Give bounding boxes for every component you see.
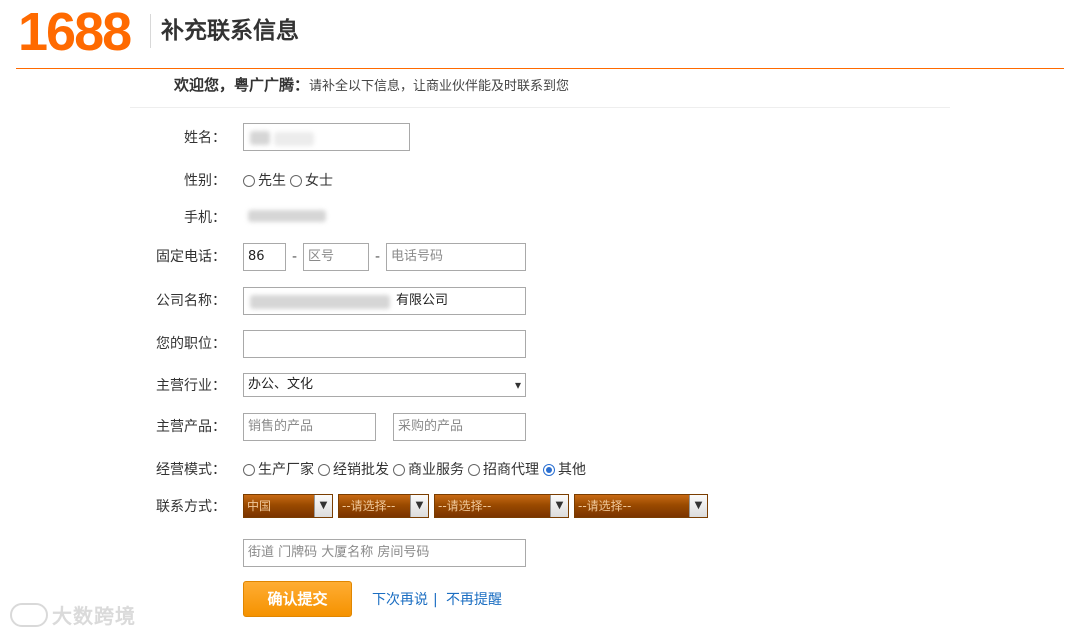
logo-1688[interactable]: 1688 (18, 2, 132, 62)
never-remind-link[interactable]: 不再提醒 (446, 590, 502, 610)
industry-value: 办公、文化 (248, 377, 314, 392)
radio-other[interactable] (543, 464, 555, 476)
company-input[interactable]: 有限公司 (243, 287, 526, 315)
chevron-down-icon: ▼ (314, 495, 332, 517)
page-header: 1688 补充联系信息 (0, 0, 1080, 70)
name-label: 姓名： (184, 130, 226, 146)
radio-male[interactable] (243, 175, 255, 187)
landline-label: 固定电话： (156, 249, 226, 265)
radio-wholesale[interactable] (318, 464, 330, 476)
name-redacted-2 (274, 132, 314, 146)
area-code-input[interactable]: 区号 (303, 243, 369, 271)
mode-option-manufacturer[interactable]: 生产厂家 (243, 460, 314, 480)
remind-later-link[interactable]: 下次再说 (372, 590, 428, 610)
district-select[interactable]: --请选择-- ▼ (574, 494, 708, 518)
province-value: --请选择-- (342, 499, 396, 513)
mobile-redacted (248, 210, 326, 222)
city-value: --请选择-- (438, 499, 492, 513)
contact-label: 联系方式： (156, 499, 226, 515)
gender-option-female[interactable]: 女士 (290, 171, 333, 191)
address-input[interactable]: 街道 门牌码 大厦名称 房间号码 (243, 539, 526, 567)
mode-option-other[interactable]: 其他 (543, 460, 586, 480)
sell-products-input[interactable]: 销售的产品 (243, 413, 376, 441)
country-value: 中国 (247, 499, 272, 513)
district-value: --请选择-- (578, 499, 632, 513)
watermark: 大数跨境 (10, 600, 136, 629)
chevron-down-icon: ▼ (689, 495, 707, 517)
products-label: 主营产品： (156, 419, 226, 435)
logo-divider (150, 14, 151, 48)
company-redacted (250, 295, 390, 309)
mode-option-wholesale[interactable]: 经销批发 (318, 460, 389, 480)
watermark-logo-icon (10, 602, 48, 627)
gender-label: 性别： (184, 173, 226, 189)
business-mode-radio-group: 生产厂家 经销批发 商业服务 招商代理 其他 (243, 460, 590, 480)
mobile-label: 手机： (184, 210, 226, 226)
country-code-input[interactable]: 86 (243, 243, 286, 271)
city-select[interactable]: --请选择-- ▼ (434, 494, 569, 518)
company-label: 公司名称： (156, 293, 226, 309)
welcome-message: 请补全以下信息，让商业伙伴能及时联系到您 (309, 79, 570, 94)
buy-products-input[interactable]: 采购的产品 (393, 413, 526, 441)
name-redacted (250, 131, 270, 145)
page-title: 补充联系信息 (161, 18, 299, 44)
position-input[interactable] (243, 330, 526, 358)
landline-dash-2: - (375, 249, 381, 265)
landline-dash-1: - (292, 249, 298, 265)
company-suffix: 有限公司 (396, 293, 449, 308)
gender-radio-group: 先生 女士 (243, 171, 337, 191)
radio-manufacturer[interactable] (243, 464, 255, 476)
chevron-down-icon: ▼ (410, 495, 428, 517)
welcome-line: 欢迎您，粤广广腾：请补全以下信息，让商业伙伴能及时联系到您 (174, 74, 569, 98)
chevron-down-icon: ▼ (550, 495, 568, 517)
industry-label: 主营行业： (156, 378, 226, 394)
province-select[interactable]: --请选择-- ▼ (338, 494, 429, 518)
industry-select[interactable]: 办公、文化 ▾ (243, 373, 526, 397)
radio-agency[interactable] (468, 464, 480, 476)
gender-option-male[interactable]: 先生 (243, 171, 286, 191)
watermark-text: 大数跨境 (52, 604, 136, 628)
position-label: 您的职位： (156, 336, 226, 352)
mode-option-agency[interactable]: 招商代理 (468, 460, 539, 480)
header-divider (16, 68, 1064, 69)
name-input[interactable] (243, 123, 410, 151)
country-select[interactable]: 中国 ▼ (243, 494, 333, 518)
link-separator: | (433, 592, 438, 608)
welcome-divider (130, 107, 950, 108)
welcome-greeting: 欢迎您，粤广广腾： (174, 76, 310, 94)
mode-option-service[interactable]: 商业服务 (393, 460, 464, 480)
radio-female[interactable] (290, 175, 302, 187)
phone-number-input[interactable]: 电话号码 (386, 243, 526, 271)
radio-service[interactable] (393, 464, 405, 476)
submit-button[interactable]: 确认提交 (243, 581, 352, 617)
business-mode-label: 经营模式： (156, 462, 226, 478)
chevron-down-icon: ▾ (514, 378, 521, 392)
